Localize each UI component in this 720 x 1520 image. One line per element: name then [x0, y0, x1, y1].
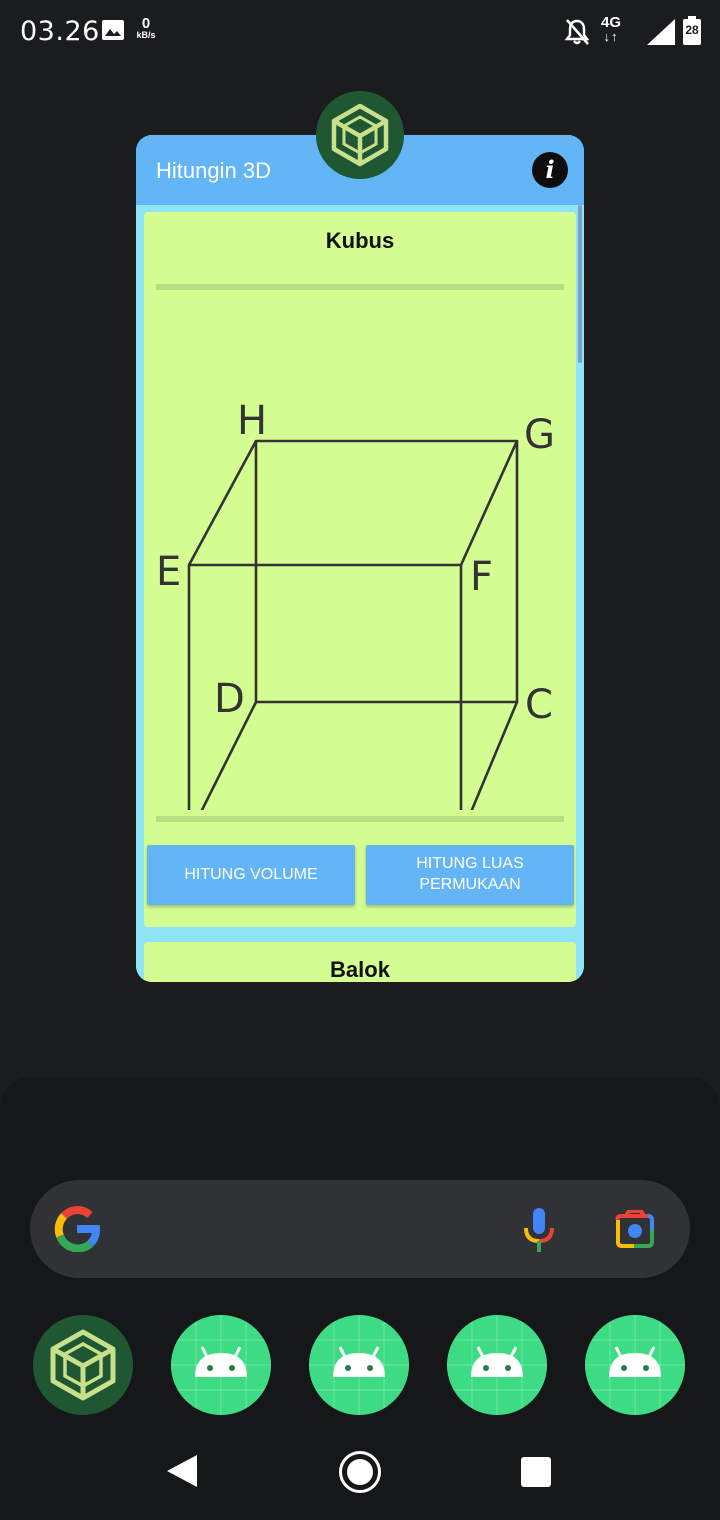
back-icon[interactable]: [165, 1453, 199, 1489]
android-app-icon[interactable]: [171, 1315, 271, 1415]
network-speed-unit: kB/s: [136, 30, 156, 40]
shape-list[interactable]: Kubus H G E F D C HITUNG VOLUME HITUNG L…: [136, 205, 584, 982]
vertex-label-d: D: [214, 676, 245, 722]
google-search-bar[interactable]: [30, 1180, 690, 1278]
info-button[interactable]: i: [532, 152, 568, 188]
android-app-icon[interactable]: [309, 1315, 409, 1415]
mic-icon[interactable]: [522, 1208, 556, 1252]
vertex-label-e: E: [156, 549, 181, 595]
shape-card-balok: Balok: [144, 942, 576, 982]
card-title: Kubus: [325, 228, 395, 253]
network-speed: 0 kB/s: [131, 16, 161, 40]
status-bar: 03.26 0 kB/s 4G ↓↑ 28: [0, 0, 720, 64]
app-icon[interactable]: [316, 91, 404, 179]
network-speed-value: 0: [141, 15, 151, 32]
home-icon[interactable]: [338, 1450, 382, 1494]
google-logo-icon: [54, 1206, 100, 1252]
divider: [156, 284, 564, 290]
scrollbar[interactable]: [578, 205, 582, 363]
signal-icon: [647, 19, 675, 45]
notifications-off-icon: [564, 19, 590, 45]
shape-card-kubus: Kubus H G E F D C HITUNG VOLUME HITUNG L…: [144, 212, 576, 927]
android-app-icon[interactable]: [447, 1315, 547, 1415]
divider: [156, 816, 564, 822]
android-app-icon[interactable]: [585, 1315, 685, 1415]
network-arrows: ↓↑: [603, 29, 619, 44]
clock: 03.26: [20, 16, 100, 47]
vertex-label-f: F: [470, 554, 493, 600]
battery-level: 28: [685, 23, 699, 37]
app-title: Hitungin 3D: [156, 158, 271, 183]
lens-icon[interactable]: [614, 1210, 656, 1248]
hitungin-3d-app-icon[interactable]: [33, 1315, 133, 1415]
hitung-volume-button[interactable]: HITUNG VOLUME: [147, 845, 355, 905]
cube-diagram: H G E F D C A B: [156, 398, 555, 810]
image-notification-icon: [102, 20, 124, 40]
hitung-luas-permukaan-button[interactable]: HITUNG LUAS PERMUKAAN: [366, 845, 574, 905]
info-icon: i: [545, 155, 555, 184]
vertex-label-c: C: [525, 682, 553, 728]
card-title: Balok: [330, 957, 390, 982]
network-type: 4G ↓↑: [598, 15, 624, 43]
vertex-label-h: H: [237, 398, 267, 444]
app-preview-card[interactable]: Hitungin 3D i Kubus H G E F D C HITUNG V…: [136, 135, 584, 982]
recents-icon[interactable]: [521, 1457, 551, 1487]
status-icons: 4G ↓↑ 28: [502, 14, 702, 50]
vertex-label-g: G: [524, 412, 555, 458]
